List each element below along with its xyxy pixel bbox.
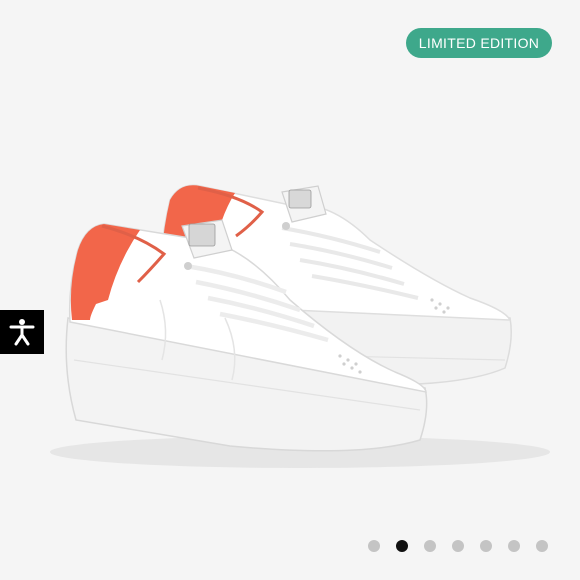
carousel-dot[interactable] (536, 540, 548, 552)
carousel-dot[interactable] (368, 540, 380, 552)
product-image (50, 184, 550, 468)
product-gallery: LIMITED EDITION (0, 0, 580, 580)
carousel-dot-active[interactable] (396, 540, 408, 552)
badge-label: LIMITED EDITION (418, 35, 540, 51)
carousel-dot[interactable] (480, 540, 492, 552)
carousel-dot[interactable] (424, 540, 436, 552)
carousel-dot[interactable] (452, 540, 464, 552)
accessibility-button[interactable] (0, 310, 44, 354)
carousel-dot[interactable] (508, 540, 520, 552)
accessibility-person-icon (9, 319, 35, 346)
limited-edition-badge: LIMITED EDITION (406, 28, 552, 58)
carousel-dots (368, 540, 548, 552)
